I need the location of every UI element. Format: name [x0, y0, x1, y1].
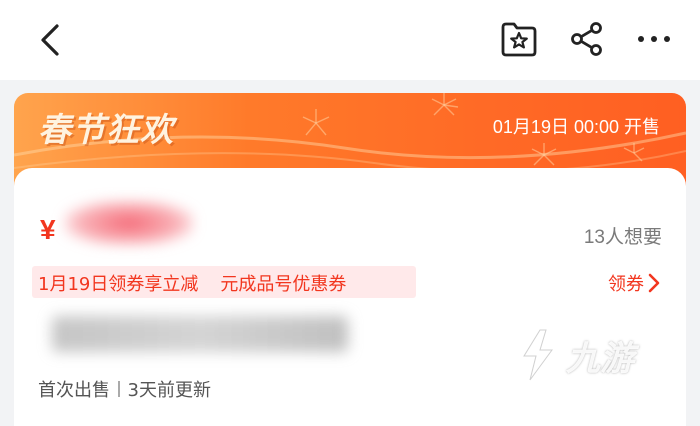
more-dots-icon — [638, 36, 670, 42]
watermark-text: 九游 — [566, 338, 634, 379]
more-button[interactable] — [632, 18, 676, 60]
lightning-logo-icon — [522, 328, 554, 382]
currency-symbol: ¥ — [40, 214, 56, 245]
first-sale-label: 首次出售 — [38, 380, 110, 401]
description-blurred — [52, 316, 348, 352]
sale-start-time: 01月19日 00:00 开售 — [492, 117, 660, 137]
top-navigation-bar — [0, 0, 700, 80]
meta-divider — [118, 381, 120, 397]
updated-time: 3天前更新 — [127, 380, 211, 401]
price-blurred — [64, 200, 194, 246]
get-coupon-button[interactable]: 领券 — [608, 270, 660, 296]
coupon-text-start: 1月19日领券享立减 — [38, 274, 199, 295]
share-icon — [571, 22, 602, 56]
coupon-text-end: 元成品号优惠券 — [220, 274, 347, 295]
brand-watermark: 九游 — [516, 328, 634, 382]
favorite-button[interactable] — [498, 18, 540, 60]
get-coupon-label: 领券 — [608, 274, 644, 295]
coupon-banner: 1月19日领券享立减 元成品号优惠券 — [32, 266, 416, 298]
back-button[interactable] — [30, 20, 70, 60]
want-count: 13人想要 — [583, 227, 662, 248]
star-folder-icon — [501, 22, 537, 57]
chevron-right-icon — [648, 273, 660, 293]
share-button[interactable] — [566, 18, 608, 60]
chevron-left-icon — [41, 24, 59, 56]
banner-title: 春节狂欢 — [38, 110, 174, 149]
listing-meta: 首次出售 3天前更新 — [38, 376, 211, 402]
